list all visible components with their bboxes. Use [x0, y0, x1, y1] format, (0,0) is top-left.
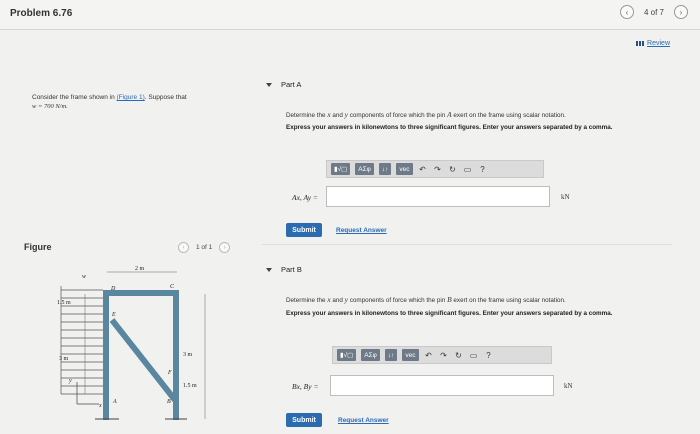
- part-b-submit-button[interactable]: Submit: [286, 413, 322, 427]
- right-column: Part A Determine the x and y components …: [262, 30, 700, 434]
- q-a-pin: A: [447, 110, 452, 119]
- label-left-dim-1: 1.5 m: [57, 300, 71, 306]
- part-a-header[interactable]: Part A: [266, 80, 301, 89]
- part-b-title: Part B: [281, 265, 302, 274]
- figure-link[interactable]: (Figure 1): [117, 94, 145, 101]
- greek-button[interactable]: ΑΣφ: [355, 163, 374, 175]
- label-w: w: [82, 274, 86, 280]
- q-b-x: x: [327, 295, 331, 304]
- arrows-button[interactable]: ↓↑: [378, 163, 392, 175]
- given-load: w = 700 N/m.: [32, 102, 68, 110]
- member-ad: [103, 290, 109, 434]
- vec-button[interactable]: vec: [402, 349, 419, 361]
- caret-down-icon: [266, 267, 272, 272]
- keyboard-icon[interactable]: ▭: [469, 351, 479, 360]
- q-a-x: x: [327, 110, 331, 119]
- part-a-answer-label: Ax, Ay =: [292, 193, 318, 202]
- label-pin-f: F: [167, 370, 172, 376]
- label-top-dim: 2 m: [135, 266, 145, 272]
- q-a-pre: Determine the: [286, 112, 326, 119]
- problem-statement: Consider the frame shown in (Figure 1). …: [32, 94, 222, 112]
- part-b-header[interactable]: Part B: [266, 265, 302, 274]
- vec-button[interactable]: vec: [396, 163, 413, 175]
- chevron-right-icon: ›: [223, 244, 226, 251]
- redo-icon[interactable]: ↷: [439, 351, 449, 360]
- member-ef: [109, 318, 178, 402]
- top-bar: Problem 6.76 ‹ 4 of 7 ›: [0, 0, 700, 30]
- label-pin-d: D: [110, 286, 116, 292]
- part-a-request-answer-link[interactable]: Request Answer: [336, 227, 387, 234]
- q-b-post: exert on the frame using scalar notation…: [453, 297, 566, 304]
- prev-figure-button[interactable]: ‹: [178, 242, 189, 253]
- label-pin-b: B: [167, 399, 171, 405]
- part-a-instruction: Express your answers in kilonewtons to t…: [286, 124, 613, 131]
- label-y-axis: y: [68, 378, 72, 384]
- label-right-dim-1: 3 m: [183, 352, 193, 358]
- chevron-right-icon: ›: [679, 7, 683, 17]
- part-divider: [262, 244, 672, 245]
- chevron-left-icon: ‹: [182, 244, 185, 251]
- figure-pager: ‹ 1 of 1 ›: [178, 242, 231, 253]
- part-a-math-toolbar: ▮√▢ ΑΣφ ↓↑ vec ↶ ↷ ↻ ▭ ?: [326, 160, 544, 178]
- part-b-question: Determine the x and y components of forc…: [286, 295, 666, 306]
- q-b-and: and: [332, 297, 343, 304]
- problem-intro: Consider the frame shown in: [32, 94, 115, 101]
- q-b-pre: Determine the: [286, 297, 326, 304]
- caret-down-icon: [266, 82, 272, 87]
- label-left-dim-2: 3 m: [59, 356, 69, 362]
- undo-icon[interactable]: ↶: [424, 351, 434, 360]
- part-b-unit: kN: [564, 382, 573, 390]
- next-figure-button[interactable]: ›: [219, 242, 231, 253]
- q-b-y: y: [344, 295, 349, 304]
- chevron-left-icon: ‹: [625, 7, 629, 17]
- q-a-mid: components of force which the pin: [349, 112, 446, 119]
- q-a-and: and: [332, 112, 343, 119]
- q-a-y: y: [344, 110, 349, 119]
- label-pin-a: A: [112, 399, 117, 405]
- problem-title: Problem 6.76: [10, 8, 73, 19]
- keyboard-icon[interactable]: ▭: [463, 165, 473, 174]
- reset-icon[interactable]: ↻: [448, 165, 458, 174]
- label-right-dim-2: 1.5 m: [183, 383, 197, 389]
- label-x-axis: x: [98, 403, 102, 409]
- part-a-unit: kN: [561, 193, 570, 201]
- part-b-request-answer-link[interactable]: Request Answer: [338, 417, 389, 424]
- redo-icon[interactable]: ↷: [433, 165, 443, 174]
- prev-problem-button[interactable]: ‹: [619, 5, 634, 19]
- label-pin-c: C: [170, 284, 175, 290]
- left-column: Consider the frame shown in (Figure 1). …: [0, 30, 262, 434]
- part-a-title: Part A: [281, 80, 302, 89]
- arrows-button[interactable]: ↓↑: [384, 349, 398, 361]
- part-a-answer-input[interactable]: [326, 186, 550, 207]
- part-a-submit-button[interactable]: Submit: [286, 223, 322, 237]
- part-b-instruction: Express your answers in kilonewtons to t…: [286, 310, 613, 317]
- pager-text: 4 of 7: [643, 7, 664, 17]
- next-problem-button[interactable]: ›: [674, 5, 688, 19]
- help-button[interactable]: ?: [478, 165, 488, 174]
- label-pin-e: E: [111, 312, 116, 318]
- figure-label: Figure: [24, 242, 52, 252]
- part-b-answer-input[interactable]: [330, 375, 554, 396]
- templates-button[interactable]: ▮√▢: [331, 163, 351, 175]
- help-button[interactable]: ?: [484, 351, 494, 360]
- greek-button[interactable]: ΑΣφ: [361, 349, 380, 361]
- part-a-question: Determine the x and y components of forc…: [286, 110, 666, 121]
- frame-diagram-svg: w 2 m 1.5 m 3 m 3 m 1.5 m A B C D E F y …: [57, 266, 206, 434]
- q-b-pin: B: [447, 295, 452, 304]
- figure-pager-text: 1 of 1: [196, 244, 213, 251]
- q-a-post: exert on the frame using scalar notation…: [453, 112, 566, 119]
- templates-button[interactable]: ▮√▢: [337, 349, 357, 361]
- undo-icon[interactable]: ↶: [418, 165, 428, 174]
- part-b-answer-label: Bx, By =: [292, 382, 319, 391]
- q-b-mid: components of force which the pin: [349, 297, 446, 304]
- frame-diagram: w 2 m 1.5 m 3 m 3 m 1.5 m A B C D E F y …: [55, 264, 235, 434]
- part-b-math-toolbar: ▮√▢ ΑΣφ ↓↑ vec ↶ ↷ ↻ ▭ ?: [332, 346, 552, 364]
- reset-icon[interactable]: ↻: [454, 351, 464, 360]
- problem-suffix: . Suppose that: [144, 94, 187, 101]
- problem-pager: ‹ 4 of 7 ›: [619, 5, 688, 19]
